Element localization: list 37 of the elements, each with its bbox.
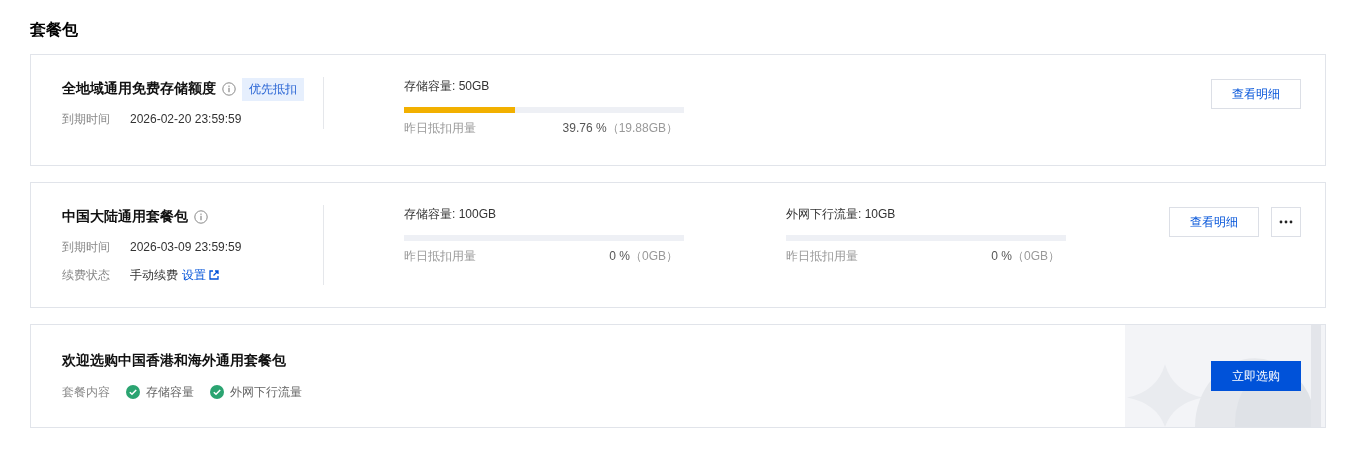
field-value: 手动续费 <box>130 266 178 284</box>
usage-percent: 0 % <box>991 248 1012 265</box>
buy-now-button[interactable]: 立即选购 <box>1211 361 1301 391</box>
more-button[interactable] <box>1271 207 1301 237</box>
usage-amount: （0GB） <box>630 248 678 265</box>
field-label: 续费状态 <box>62 266 111 284</box>
usage-label: 昨日抵扣用量 <box>404 120 477 137</box>
usage-amount: （19.88GB） <box>606 120 678 137</box>
feature-label: 存储容量 <box>146 383 194 401</box>
usage-percent: 39.76 % <box>562 120 607 137</box>
metric-label: 外网下行流量: 10GB <box>786 206 897 223</box>
view-details-button[interactable]: 查看明细 <box>1211 79 1301 109</box>
field-value: 2026-03-09 23:59:59 <box>130 240 242 254</box>
field-label: 到期时间 <box>62 238 111 256</box>
info-icon[interactable] <box>194 210 208 224</box>
info-icon[interactable] <box>222 82 236 96</box>
field-label: 到期时间 <box>62 110 111 128</box>
external-link-icon <box>209 270 219 280</box>
usage-label: 昨日抵扣用量 <box>786 248 859 265</box>
view-details-button[interactable]: 查看明细 <box>1169 207 1259 237</box>
package-title: 中国大陆通用套餐包 <box>62 208 188 226</box>
package-title: 全地域通用免费存储额度 <box>62 80 216 98</box>
feature-label: 外网下行流量 <box>230 383 302 401</box>
promo-title: 欢迎选购中国香港和海外通用套餐包 <box>62 351 287 370</box>
content-label: 套餐内容 <box>62 383 110 401</box>
settings-link[interactable]: 设置 <box>182 266 219 284</box>
metric-label: 存储容量: 50GB <box>404 78 491 95</box>
more-icon <box>1279 220 1293 224</box>
usage-label: 昨日抵扣用量 <box>404 248 477 265</box>
usage-percent: 0 % <box>609 248 630 265</box>
metric-label: 存储容量: 100GB <box>404 206 498 223</box>
usage-amount: （0GB） <box>1012 248 1060 265</box>
check-icon <box>210 385 224 399</box>
check-icon <box>126 385 140 399</box>
field-value: 2026-02-20 23:59:59 <box>130 112 242 126</box>
priority-tag: 优先抵扣 <box>242 77 304 101</box>
page-title: 套餐包 <box>30 20 79 40</box>
